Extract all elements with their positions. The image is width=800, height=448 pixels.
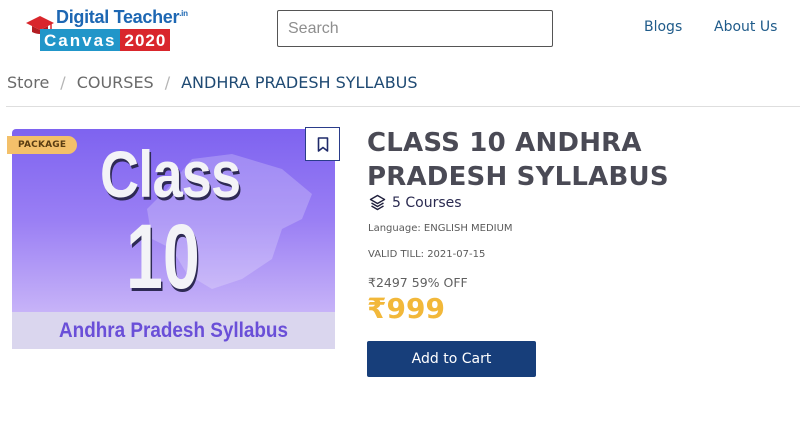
logo-tld: .in — [179, 9, 188, 18]
breadcrumb: Store / COURSES / ANDHRA PRADESH SYLLABU… — [7, 73, 418, 92]
course-valid-till: VALID TILL: 2021-07-15 — [368, 249, 486, 260]
breadcrumb-separator: / — [164, 73, 171, 92]
breadcrumb-current: ANDHRA PRADESH SYLLABUS — [181, 73, 418, 92]
site-logo[interactable]: Digital Teacher.in Canvas 2020 — [24, 7, 196, 51]
logo-year: 2020 — [120, 29, 171, 51]
courses-count-row: 5 Courses — [369, 194, 462, 211]
course-language: Language: ENGLISH MEDIUM — [368, 223, 513, 234]
course-thumbnail[interactable]: Class 10 Andhra Pradesh Syllabus — [12, 129, 335, 349]
current-price: ₹999 — [367, 292, 445, 325]
header-divider — [6, 106, 800, 107]
breadcrumb-store[interactable]: Store — [7, 73, 49, 92]
original-price: ₹2497 59% OFF — [368, 275, 468, 290]
search-input[interactable] — [277, 10, 553, 47]
logo-canvas: Canvas — [40, 29, 121, 51]
bookmark-icon — [317, 136, 328, 152]
logo-digital: Digital — [56, 7, 109, 27]
logo-wordmark: Digital Teacher.in — [56, 7, 188, 28]
breadcrumb-courses[interactable]: COURSES — [77, 73, 154, 92]
logo-subline: Canvas 2020 — [40, 29, 196, 51]
course-title: CLASS 10 ANDHRA PRADESH SYLLABUS — [367, 128, 669, 192]
nav-link-about-us[interactable]: About Us — [714, 19, 777, 35]
breadcrumb-separator: / — [60, 73, 66, 92]
bookmark-button[interactable] — [305, 127, 340, 161]
logo-teacher: Teacher — [113, 7, 180, 27]
add-to-cart-button[interactable]: Add to Cart — [367, 341, 536, 377]
thumbnail-class-text: Class — [100, 137, 241, 211]
thumbnail-number-text: 10 — [126, 206, 200, 308]
nav-link-blogs[interactable]: Blogs — [644, 19, 682, 35]
layers-icon — [369, 194, 386, 211]
package-badge: PACKAGE — [7, 136, 77, 154]
thumbnail-caption: Andhra Pradesh Syllabus — [59, 319, 288, 342]
courses-count: 5 Courses — [392, 194, 462, 211]
